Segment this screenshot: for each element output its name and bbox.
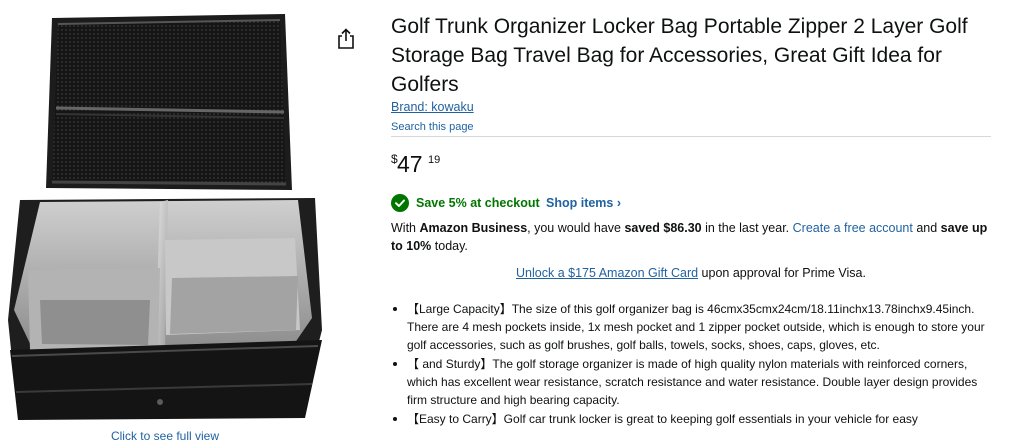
product-title: Golf Trunk Organizer Locker Bag Portable…: [391, 15, 968, 96]
price-fraction: 19: [428, 154, 441, 166]
feature-bullet-sturdy: 【 and Sturdy】The golf storage organizer …: [391, 355, 991, 409]
divider: [391, 136, 991, 137]
feature-bullets: 【Large Capacity】The size of this golf or…: [391, 300, 991, 429]
product-image[interactable]: [0, 0, 330, 430]
business-prefix: With: [391, 221, 420, 235]
share-icon[interactable]: [336, 28, 356, 50]
giftcard-offer: Unlock a $175 Amazon Gift Card upon appr…: [391, 264, 991, 282]
business-saved: saved $86.30: [624, 221, 702, 235]
feature-bullet-capacity: 【Large Capacity】The size of this golf or…: [391, 300, 991, 354]
feature-bullet-carry: 【Easy to Carry】Golf car trunk locker is …: [391, 410, 991, 428]
price-whole: 47: [397, 151, 423, 177]
giftcard-suffix: upon approval for Prime Visa.: [698, 266, 866, 280]
shop-items-link[interactable]: Shop items ›: [546, 196, 621, 210]
business-mid2: in the last year.: [701, 221, 793, 235]
promo-text: Save 5% at checkout: [416, 196, 540, 210]
product-image-gallery: Click to see full view: [0, 0, 330, 444]
full-view-link[interactable]: Click to see full view: [0, 428, 330, 444]
business-mid: , you would have: [527, 221, 625, 235]
create-account-link[interactable]: Create a free account: [793, 221, 913, 235]
brand-link[interactable]: Brand: kowaku: [391, 100, 474, 114]
giftcard-link[interactable]: Unlock a $175 Amazon Gift Card: [516, 266, 698, 280]
business-mid3: and: [912, 221, 941, 235]
business-suffix: today.: [431, 239, 468, 253]
business-savings: With Amazon Business, you would have sav…: [391, 219, 993, 255]
check-circle-icon: [391, 194, 409, 212]
promo-row: Save 5% at checkout Shop items ›: [391, 194, 991, 214]
search-page-link[interactable]: Search this page: [391, 121, 474, 133]
business-brand: Amazon Business: [419, 221, 528, 235]
